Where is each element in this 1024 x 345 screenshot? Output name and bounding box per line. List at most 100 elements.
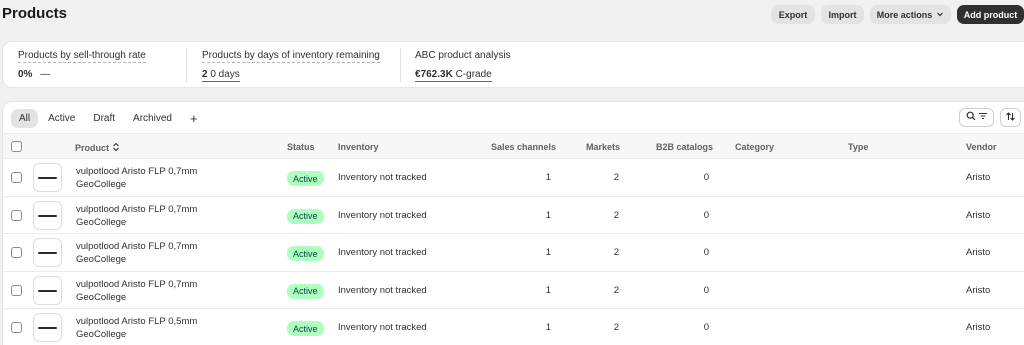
inventory-cell: Inventory not tracked: [338, 172, 427, 183]
product-name[interactable]: vulpotlood Aristo FLP 0,7mm GeoCollege: [76, 278, 226, 304]
sort-toggle-icon: [1005, 111, 1016, 125]
table-row[interactable]: vulpotlood Aristo FLP 0,7mm GeoCollege Ac…: [3, 234, 1024, 272]
product-name[interactable]: vulpotlood Aristo FLP 0,7mm GeoCollege: [76, 240, 226, 266]
status-badge: Active: [287, 283, 324, 299]
table-row[interactable]: vulpotlood Aristo FLP 0,7mm GeoCollege Ac…: [3, 272, 1024, 309]
metric-trend: —: [40, 69, 51, 80]
metric-abc-analysis[interactable]: ABC product analysis €762.3K C-grade: [415, 50, 511, 82]
column-label: Product: [75, 143, 110, 153]
vendor-cell: Aristo: [966, 172, 991, 183]
product-name[interactable]: vulpotlood Aristo FLP 0,7mm GeoCollege: [76, 203, 226, 229]
metric-value: 2 0 days: [202, 69, 380, 82]
metric-days-inventory[interactable]: Products by days of inventory remaining …: [202, 50, 380, 82]
row-checkbox[interactable]: [11, 322, 22, 333]
column-header-sales-channels[interactable]: Sales channels: [491, 142, 556, 152]
search-filter-button[interactable]: [959, 108, 994, 127]
inventory-cell: Inventory not tracked: [338, 209, 427, 221]
export-button[interactable]: Export: [771, 5, 815, 24]
product-image: [38, 214, 57, 217]
table-row[interactable]: vulpotlood Aristo FLP 0,7mm GeoCollege Ac…: [3, 197, 1024, 234]
product-thumbnail[interactable]: [33, 200, 62, 230]
import-button[interactable]: Import: [821, 5, 864, 24]
column-header-inventory[interactable]: Inventory: [338, 142, 379, 152]
column-header-product[interactable]: Product: [75, 142, 120, 154]
metric-sell-through[interactable]: Products by sell-through rate 0% —: [18, 50, 146, 80]
b2b-catalogs-cell: 0: [703, 172, 709, 183]
metric-label: Products by sell-through rate: [18, 50, 146, 63]
markets-cell: 2: [613, 209, 619, 221]
sales-channels-cell: 1: [545, 247, 551, 258]
product-thumbnail[interactable]: [33, 238, 62, 267]
product-image: [38, 252, 57, 254]
product-name[interactable]: vulpotlood Aristo FLP 0,5mm GeoCollege: [76, 315, 226, 341]
column-header-b2b-catalogs[interactable]: B2B catalogs: [656, 142, 713, 152]
more-actions-button[interactable]: More actions: [870, 5, 951, 24]
status-badge: Active: [287, 208, 324, 224]
tab-active[interactable]: Active: [40, 109, 83, 128]
metric-value: €762.3K C-grade: [415, 69, 511, 82]
column-header-markets[interactable]: Markets: [586, 142, 620, 152]
search-icon: [966, 111, 976, 124]
markets-cell: 2: [613, 172, 619, 183]
export-button-label: Export: [778, 9, 808, 20]
column-header-category[interactable]: Category: [735, 142, 774, 152]
tab-archived[interactable]: Archived: [125, 109, 180, 128]
table-row[interactable]: vulpotlood Aristo FLP 0,5mm GeoCollege Ac…: [3, 309, 1024, 345]
product-name[interactable]: vulpotlood Aristo FLP 0,7mm GeoCollege: [76, 165, 226, 191]
page-title: Products: [2, 5, 68, 22]
sales-channels-cell: 1: [545, 172, 551, 183]
page-header: Products Export Import More actions Add …: [0, 0, 1024, 30]
chevron-down-icon: [936, 10, 944, 20]
row-checkbox[interactable]: [11, 172, 22, 183]
status-badge: Active: [287, 246, 324, 261]
inventory-cell: Inventory not tracked: [338, 322, 427, 333]
divider: [186, 48, 187, 82]
metric-value-number: 2: [202, 69, 208, 80]
row-checkbox[interactable]: [11, 209, 22, 221]
view-tabs: All Active Draft Archived +: [11, 109, 206, 128]
b2b-catalogs-cell: 0: [703, 247, 709, 258]
markets-cell: 2: [613, 322, 619, 333]
inventory-cell: Inventory not tracked: [338, 247, 427, 258]
analytics-bar: Products by sell-through rate 0% — Produ…: [2, 41, 1024, 88]
product-thumbnail[interactable]: [33, 313, 62, 342]
b2b-catalogs-cell: 0: [703, 322, 709, 333]
metric-value: 0% —: [18, 69, 146, 80]
metric-suffix: 0 days: [210, 69, 240, 80]
add-product-label: Add product: [963, 9, 1018, 20]
tab-all[interactable]: All: [11, 109, 39, 128]
metric-value-number: €762.3K: [415, 69, 453, 80]
add-view-button[interactable]: +: [182, 109, 206, 128]
product-image: [38, 289, 57, 292]
tab-draft[interactable]: Draft: [85, 109, 123, 128]
vendor-cell: Aristo: [966, 209, 991, 221]
b2b-catalogs-cell: 0: [703, 284, 709, 296]
product-thumbnail[interactable]: [33, 275, 62, 305]
vendor-cell: Aristo: [966, 247, 991, 258]
add-product-button[interactable]: Add product: [957, 5, 1024, 24]
metric-suffix: C-grade: [455, 69, 492, 80]
row-checkbox[interactable]: [11, 247, 22, 258]
column-header-status[interactable]: Status: [287, 142, 315, 152]
vendor-cell: Aristo: [966, 322, 991, 333]
status-badge: Active: [287, 171, 324, 186]
more-actions-label: More actions: [876, 9, 933, 20]
import-button-label: Import: [828, 9, 857, 20]
sales-channels-cell: 1: [545, 322, 551, 333]
vendor-cell: Aristo: [966, 284, 991, 296]
metric-label: Products by days of inventory remaining: [202, 50, 380, 63]
table-row[interactable]: vulpotlood Aristo FLP 0,7mm GeoCollege Ac…: [3, 159, 1024, 197]
product-image: [38, 327, 57, 329]
b2b-catalogs-cell: 0: [703, 209, 709, 221]
select-all-checkbox[interactable]: [11, 141, 22, 152]
metric-value-underline: 2 0 days: [202, 69, 240, 82]
row-checkbox[interactable]: [11, 284, 22, 296]
metric-label: ABC product analysis: [415, 50, 511, 61]
metric-value-number: 0%: [18, 69, 33, 80]
product-image: [38, 177, 57, 179]
product-thumbnail[interactable]: [33, 163, 62, 192]
column-header-type[interactable]: Type: [848, 142, 868, 152]
column-header-vendor[interactable]: Vendor: [966, 142, 997, 152]
filter-icon: [978, 111, 988, 124]
sort-toggle-button[interactable]: [1000, 108, 1021, 127]
